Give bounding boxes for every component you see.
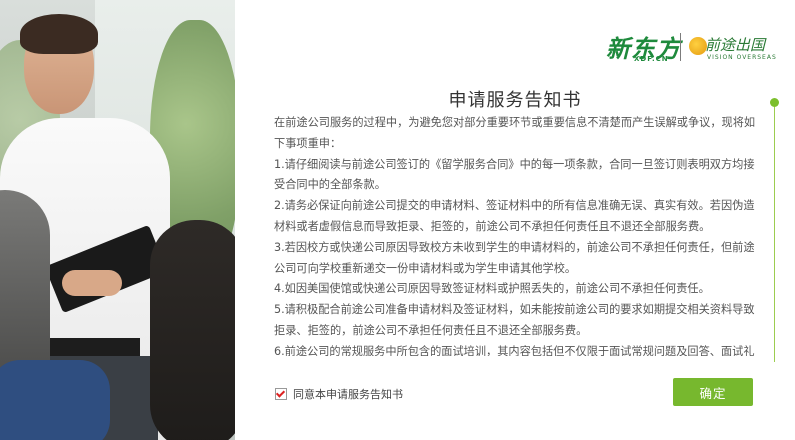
notice-content[interactable]: 在前途公司服务的过程中，为避免您对部分重要环节或重要信息不清楚而产生误解或争议，… [274, 113, 758, 356]
agree-checkbox[interactable] [275, 388, 287, 400]
notice-paragraph: 3.若因校方或快递公司原因导致校方未收到学生的申请材料的，前途公司不承担任何责任… [274, 240, 755, 275]
confirm-button[interactable]: 确定 [673, 378, 753, 406]
agree-label[interactable]: 同意本申请服务告知书 [293, 386, 403, 402]
scrollbar-thumb[interactable] [770, 98, 779, 107]
presenter-hand [62, 270, 122, 296]
audience-member-right [150, 220, 235, 440]
notice-paragraph: 4.如因美国使馆或快递公司原因导致签证材料或护照丢失的，前途公司不承担任何责任。 [274, 282, 710, 296]
qiantu-logo: 前途出国 [705, 36, 766, 54]
notice-paragraph: 5.请积极配合前途公司准备申请材料及签证材料，如未能按前途公司的要求如期提交相关… [274, 303, 755, 337]
notice-paragraph: 1.请仔细阅读与前途公司签订的《留学服务合同》中的每一项条款，合同一旦签订则表明… [274, 157, 755, 192]
agree-row[interactable]: 同意本申请服务告知书 [275, 386, 403, 402]
audience-member-front [0, 360, 110, 440]
notice-title: 申请服务告知书 [448, 90, 582, 111]
qiantu-logo-sub: VISION OVERSEAS [707, 54, 777, 61]
presenter-hair [20, 14, 98, 54]
hero-photo [0, 0, 235, 440]
scrollbar-track[interactable] [774, 104, 775, 362]
notice-paragraph: 在前途公司服务的过程中，为避免您对部分重要环节或重要信息不清楚而产生误解或争议，… [274, 116, 756, 150]
notice-paragraph: 2.请务必保证向前途公司提交的申请材料、签证材料中的所有信息准确无误、真实有效。… [274, 199, 755, 233]
xdf-logo-sub: XDF.CN [634, 55, 669, 63]
logo-divider [680, 33, 681, 61]
notice-paragraph: 6.前途公司的常规服务中所包含的面试培训，其内容包括但不仅限于面试常规问题及回答… [274, 344, 755, 356]
